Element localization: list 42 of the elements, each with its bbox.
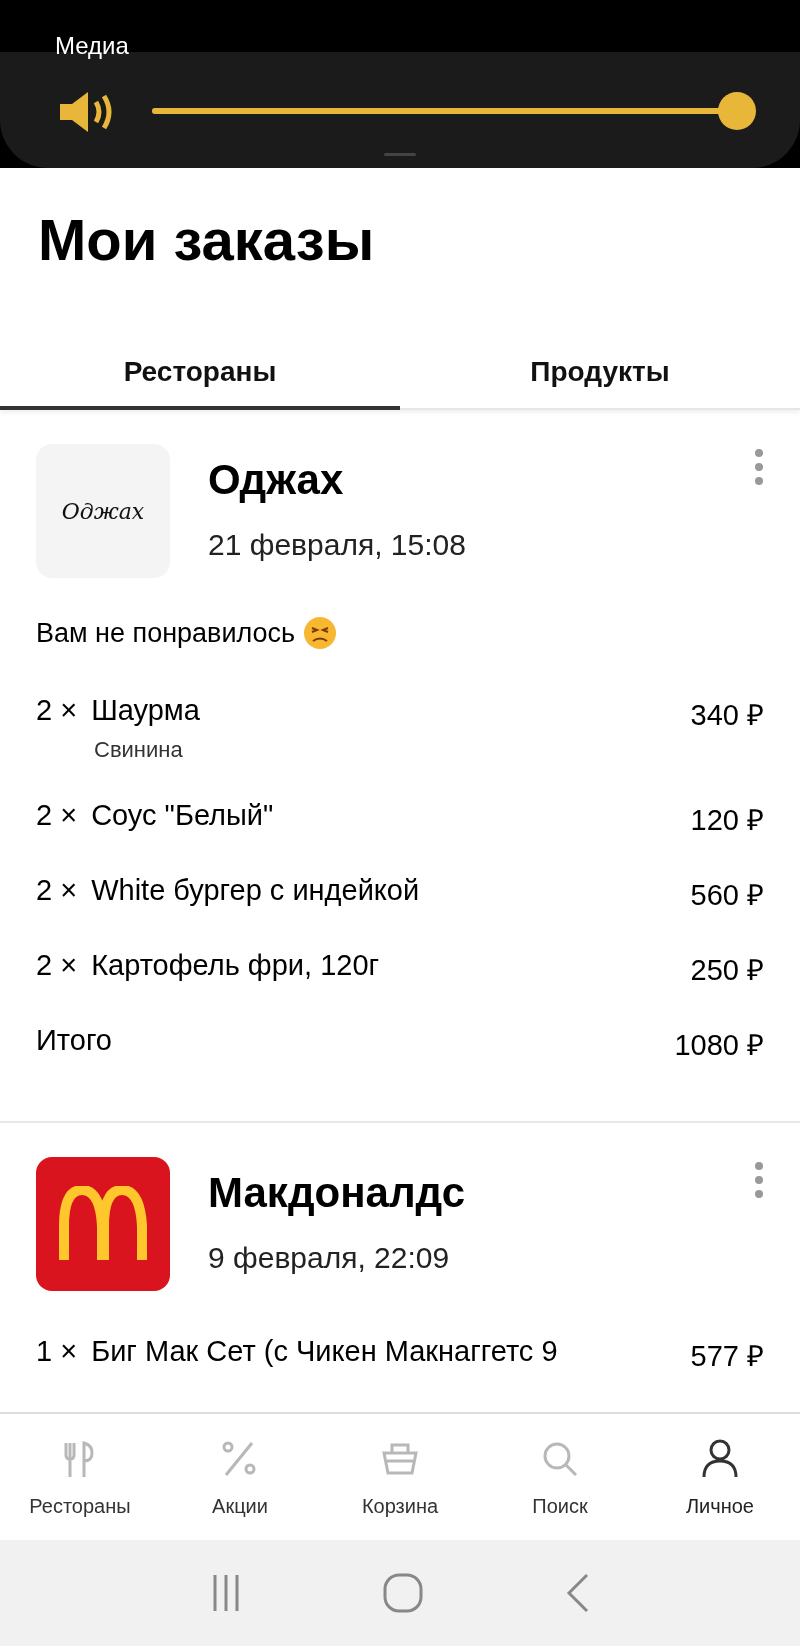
more-options-icon[interactable]	[754, 448, 764, 486]
back-icon[interactable]	[565, 1573, 589, 1613]
recent-apps-icon[interactable]	[211, 1573, 241, 1613]
item-price: 340 ₽	[690, 698, 764, 733]
item-quantity: 2 ×	[36, 874, 78, 907]
total-label: Итого	[36, 1024, 112, 1057]
slider-thumb[interactable]	[718, 92, 756, 130]
item-name: Биг Мак Сет (с Чикен Макнаггетс 9	[91, 1335, 558, 1368]
item-price: 250 ₽	[690, 953, 764, 988]
restaurant-name: Макдоналдс	[208, 1169, 466, 1217]
tab[interactable]: Продукты	[400, 338, 800, 410]
page-title: Мои заказы	[38, 206, 376, 274]
feedback-text: Вам не понравилось	[36, 617, 296, 649]
drag-handle[interactable]	[384, 153, 416, 156]
item-name: White бургер с индейкой	[91, 874, 420, 907]
home-icon[interactable]	[383, 1573, 423, 1613]
item-price: 577 ₽	[690, 1339, 764, 1374]
item-price: 120 ₽	[690, 803, 764, 838]
more-options-icon[interactable]	[754, 1161, 764, 1199]
order-date: 9 февраля, 22:09	[208, 1241, 451, 1275]
item-quantity: 2 ×	[36, 694, 78, 727]
order-date: 21 февраля, 15:08	[208, 528, 466, 562]
item-option: Свинина	[94, 737, 200, 763]
item-quantity: 2 ×	[36, 949, 78, 982]
frown-face-icon	[303, 616, 338, 650]
item-price: 560 ₽	[690, 878, 764, 913]
item-quantity: 1 ×	[36, 1335, 78, 1368]
total-price: 1080 ₽	[674, 1028, 764, 1063]
nav-item[interactable]: Личное	[640, 1414, 800, 1540]
item-name: Картофель фри, 120г	[91, 949, 380, 982]
arches-logo-icon	[58, 1186, 148, 1262]
item-name: Шаурма	[91, 694, 200, 727]
nav-item[interactable]: Акции	[160, 1414, 320, 1540]
logo-text: Оджах	[61, 498, 145, 524]
nav-item[interactable]: Поиск	[480, 1414, 640, 1540]
item-name: Соус "Белый"	[91, 799, 274, 832]
media-label: Медиа	[55, 32, 129, 60]
nav-item[interactable]: Корзина	[320, 1414, 480, 1540]
item-quantity: 2 ×	[36, 799, 78, 832]
nav-item[interactable]: Рестораны	[0, 1414, 160, 1540]
tab[interactable]: Рестораны	[0, 338, 400, 410]
restaurant-name: Оджах	[208, 456, 345, 504]
